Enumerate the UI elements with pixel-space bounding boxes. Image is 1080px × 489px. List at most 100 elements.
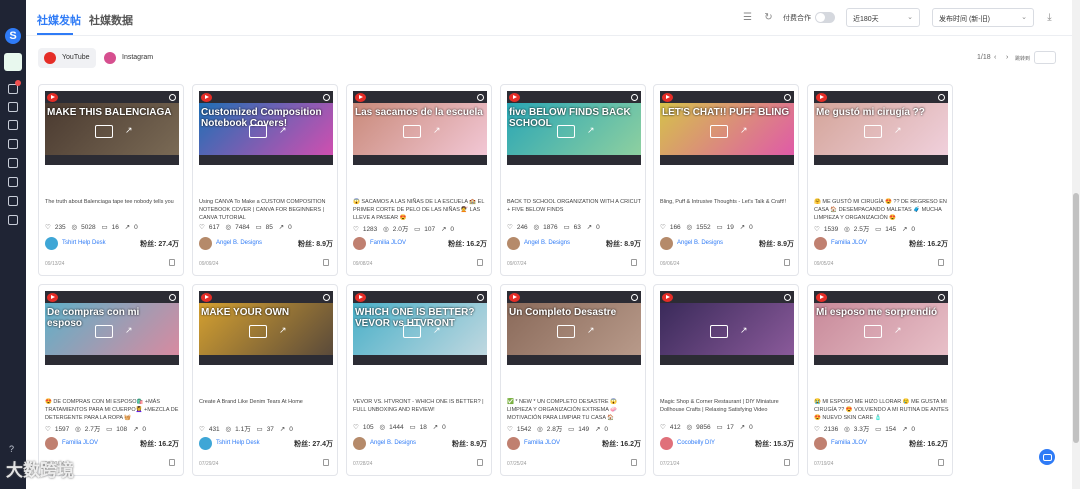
select-radio[interactable] [938,294,945,301]
avatar[interactable] [814,437,827,450]
copy-icon[interactable] [477,459,483,466]
trend-chart-icon[interactable]: ↗ [894,125,908,137]
author-name[interactable]: Tshirt Help Desk [62,240,106,246]
video-play-icon[interactable] [95,125,113,138]
platform-youtube[interactable]: YouTube [38,48,96,68]
author-name[interactable]: Angel B. Designs [216,240,262,246]
scroll-thumb[interactable] [1073,193,1079,443]
trend-chart-icon[interactable]: ↗ [433,325,447,337]
app-logo[interactable]: S [5,28,21,44]
sidebar-item-active[interactable] [4,53,22,71]
author-row[interactable]: Angel B. Designs 粉丝: 8.9万 [353,437,489,450]
select-radio[interactable] [169,94,176,101]
select-radio[interactable] [323,94,330,101]
author-name[interactable]: Familia JLOV [370,240,406,246]
post-card[interactable]: five BELOW FINDS BACK SCHOOL ↗ BACK TO S… [500,84,646,276]
avatar[interactable] [353,237,366,250]
download-icon[interactable]: ⤓ [1044,12,1055,23]
sidebar-item-diamond-icon[interactable] [8,102,18,112]
video-thumbnail[interactable]: Customized Composition Notebook Covers! … [199,91,333,165]
tab-social-data[interactable]: 社媒数据 [89,12,133,28]
post-card[interactable]: De compras con mi esposo ↗ 😍 DE COMPRAS … [38,284,184,476]
date-range-select[interactable]: 近180天 ⌄ [846,8,920,27]
select-radio[interactable] [477,94,484,101]
avatar[interactable] [353,437,366,450]
video-play-icon[interactable] [403,125,421,138]
trend-chart-icon[interactable]: ↗ [125,325,139,337]
author-name[interactable]: Angel B. Designs [524,240,570,246]
copy-icon[interactable] [631,259,637,266]
author-row[interactable]: Familia JLOV 粉丝: 16.2万 [45,437,181,450]
avatar[interactable] [814,237,827,250]
post-card[interactable]: Me gustó mi cirugía ?? ↗ 🤗 ME GUSTÓ MI C… [807,84,953,276]
author-name[interactable]: Tshirt Help Desk [216,440,260,446]
copy-icon[interactable] [938,259,944,266]
select-radio[interactable] [784,94,791,101]
avatar[interactable] [507,237,520,250]
video-thumbnail[interactable]: LET'S CHAT!! PUFF BLING ↗ [660,91,794,165]
avatar[interactable] [199,237,212,250]
copy-icon[interactable] [169,459,175,466]
sidebar-item-link-icon[interactable] [8,120,18,130]
author-name[interactable]: Familia JLOV [831,240,867,246]
avatar[interactable] [45,437,58,450]
trend-chart-icon[interactable]: ↗ [587,325,601,337]
author-row[interactable]: Tshirt Help Desk 粉丝: 27.4万 [199,437,335,450]
sort-select[interactable]: 发布时间 (新-旧) ⌄ [932,8,1034,27]
copy-icon[interactable] [169,259,175,266]
video-play-icon[interactable] [403,325,421,338]
video-thumbnail[interactable]: five BELOW FINDS BACK SCHOOL ↗ [507,91,641,165]
next-page-icon[interactable]: › [1006,54,1008,61]
author-name[interactable]: Familia JLOV [831,440,867,446]
select-radio[interactable] [323,294,330,301]
select-radio[interactable] [784,294,791,301]
copy-icon[interactable] [631,459,637,466]
copy-icon[interactable] [323,459,329,466]
goto-page-input[interactable] [1034,51,1056,64]
sidebar-item-box-icon[interactable] [8,139,18,149]
video-play-icon[interactable] [249,325,267,338]
video-play-icon[interactable] [249,125,267,138]
copy-icon[interactable] [323,259,329,266]
sidebar-item-grid-icon[interactable] [8,215,18,225]
author-row[interactable]: Angel B. Designs 粉丝: 8.9万 [507,237,643,250]
video-thumbnail[interactable]: Mi esposo me sorprendió ↗ [814,291,948,365]
video-thumbnail[interactable]: MAKE YOUR OWN ↗ [199,291,333,365]
author-name[interactable]: Cocobelly DIY [677,440,715,446]
trend-chart-icon[interactable]: ↗ [279,125,293,137]
video-thumbnail[interactable]: De compras con mi esposo ↗ [45,291,179,365]
avatar[interactable] [199,437,212,450]
video-play-icon[interactable] [864,125,882,138]
chat-support-button[interactable] [1039,449,1055,465]
author-row[interactable]: Familia JLOV 粉丝: 16.2万 [353,237,489,250]
trend-chart-icon[interactable]: ↗ [894,325,908,337]
video-play-icon[interactable] [557,325,575,338]
avatar[interactable] [660,237,673,250]
video-thumbnail[interactable]: Las sacamos de la escuela ↗ [353,91,487,165]
trend-chart-icon[interactable]: ↗ [740,325,754,337]
avatar[interactable] [660,437,673,450]
author-name[interactable]: Familia JLOV [62,440,98,446]
post-card[interactable]: MAKE YOUR OWN ↗ Create A Brand Like Deni… [192,284,338,476]
sidebar-item-folder-icon[interactable] [8,158,18,168]
author-row[interactable]: Familia JLOV 粉丝: 16.2万 [814,437,950,450]
post-card[interactable]: Un Completo Desastre ↗ ✅ * NEW * UN COMP… [500,284,646,476]
copy-icon[interactable] [784,459,790,466]
copy-icon[interactable] [477,259,483,266]
post-card[interactable]: ↗ Magic Shop & Corner Restaurant | DIY M… [653,284,799,476]
avatar[interactable] [507,437,520,450]
paid-collab-toggle[interactable] [815,12,835,23]
author-row[interactable]: Angel B. Designs 粉丝: 8.9万 [660,237,796,250]
prev-page-icon[interactable]: ‹ [994,54,996,61]
author-row[interactable]: Familia JLOV 粉丝: 16.2万 [814,237,950,250]
trend-chart-icon[interactable]: ↗ [279,325,293,337]
select-radio[interactable] [631,294,638,301]
author-name[interactable]: Angel B. Designs [370,440,416,446]
video-thumbnail[interactable]: WHICH ONE IS BETTER? VEVOR vs HTVRONT ↗ [353,291,487,365]
video-play-icon[interactable] [864,325,882,338]
video-play-icon[interactable] [710,125,728,138]
author-row[interactable]: Angel B. Designs 粉丝: 8.9万 [199,237,335,250]
select-radio[interactable] [938,94,945,101]
video-thumbnail[interactable]: Un Completo Desastre ↗ [507,291,641,365]
sidebar-item-bulb-icon[interactable] [8,177,18,187]
